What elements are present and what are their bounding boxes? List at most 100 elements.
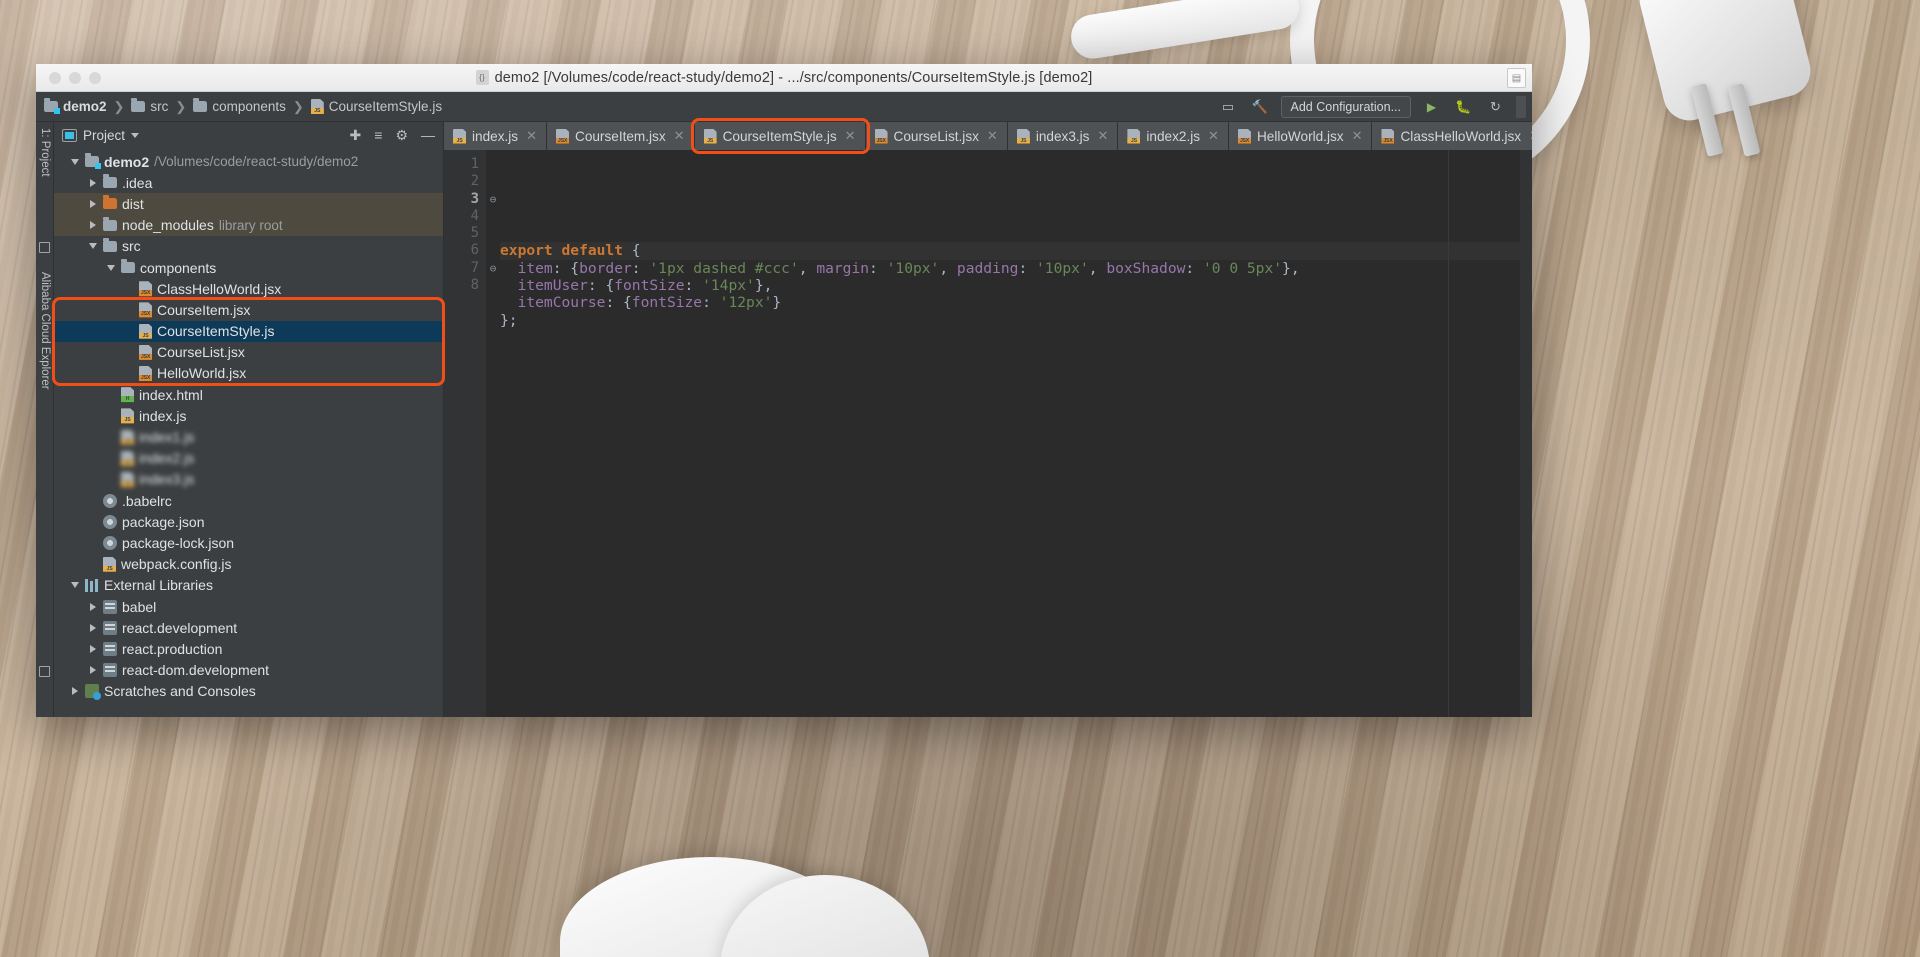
- tree-node-external-libraries[interactable]: External Libraries: [54, 575, 443, 596]
- close-icon[interactable]: ✕: [526, 128, 537, 144]
- tree-node-index3-js[interactable]: JS index3.js: [54, 469, 443, 490]
- chevron-down-icon[interactable]: [131, 132, 140, 138]
- tree-node-courselist-jsx[interactable]: JSX CourseList.jsx: [54, 342, 443, 363]
- fold-gutter-blank: [486, 225, 500, 242]
- code-editor[interactable]: 12345678 ⊖ ⊖ export default { item: {bor…: [444, 150, 1532, 717]
- tree-node-index-html[interactable]: Hindex.html: [54, 384, 443, 405]
- fold-marker-icon[interactable]: ⊖: [486, 191, 500, 208]
- tree-node-demo2[interactable]: demo2/Volumes/code/react-study/demo2: [54, 151, 443, 172]
- tree-node-scratches-and-consoles[interactable]: Scratches and Consoles: [54, 681, 443, 702]
- close-icon[interactable]: ✕: [1529, 128, 1532, 144]
- code-token: ,: [939, 259, 957, 277]
- tool-window-icon-a[interactable]: [39, 242, 50, 253]
- tree-node-helloworld-jsx[interactable]: JSX HelloWorld.jsx: [54, 363, 443, 384]
- build-hammer-icon[interactable]: 🔨: [1249, 96, 1272, 117]
- folder-icon: [131, 98, 146, 112]
- tree-node-label: ClassHelloWorld.jsx: [157, 280, 282, 297]
- chevron-right-icon[interactable]: [87, 602, 98, 611]
- tree-node-label: index3.js: [139, 471, 195, 488]
- tree-node-label: CourseList.jsx: [157, 344, 245, 361]
- chevron-right-icon[interactable]: [87, 623, 98, 632]
- gear-icon[interactable]: ⚙: [395, 127, 408, 144]
- tree-node-dist[interactable]: dist: [54, 193, 443, 215]
- code-token: '0 0 5px': [1202, 259, 1283, 277]
- tree-node-package-json[interactable]: package.json: [54, 511, 443, 532]
- tree-node-babel[interactable]: babel: [54, 596, 443, 617]
- tree-node-label: babel: [122, 598, 157, 615]
- tool-window-button-project[interactable]: 1: Project: [39, 128, 51, 177]
- close-icon[interactable]: ✕: [1097, 128, 1108, 144]
- tree-node-classhelloworld-jsx[interactable]: JSX ClassHelloWorld.jsx: [54, 278, 443, 299]
- editor-tab-index2-js[interactable]: JS index2.js ✕: [1118, 122, 1229, 150]
- minimize-icon[interactable]: —: [421, 127, 435, 143]
- file-type-badge: H: [121, 396, 134, 403]
- terminal-icon[interactable]: ▭: [1217, 96, 1240, 117]
- breadcrumb-item-demo2[interactable]: demo2: [44, 98, 107, 114]
- chevron-right-icon[interactable]: [87, 178, 98, 187]
- line-number-gutter: 12345678: [444, 150, 486, 717]
- tree-node-index2-js[interactable]: JS index2.js: [54, 448, 443, 469]
- editor-tab-courseitemstyle-js[interactable]: JS CourseItemStyle.js ✕: [694, 122, 866, 150]
- file-type-badge: JSX: [139, 374, 152, 381]
- tree-node-index-js[interactable]: JS index.js: [54, 405, 443, 426]
- tree-node-react-development[interactable]: react.development: [54, 617, 443, 638]
- refresh-icon[interactable]: ↻: [1484, 96, 1507, 117]
- tree-node-webpack-config-js[interactable]: JS webpack.config.js: [54, 554, 443, 575]
- run-configuration-label: Add Configuration...: [1290, 99, 1402, 114]
- editor-tab-courselist-jsx[interactable]: JSX CourseList.jsx ✕: [865, 122, 1008, 150]
- toolbar-icon[interactable]: ▤: [1507, 68, 1526, 88]
- chevron-down-icon[interactable]: [105, 264, 116, 271]
- close-icon[interactable]: ✕: [845, 128, 856, 144]
- chevron-right-icon[interactable]: [69, 687, 80, 696]
- tree-node--babelrc[interactable]: .babelrc: [54, 490, 443, 511]
- tool-window-button-cloud-explorer[interactable]: Alibaba Cloud Explorer: [39, 272, 51, 390]
- editor-tab-courseitem-jsx[interactable]: JSX CourseItem.jsx ✕: [547, 122, 695, 150]
- editor-tab-index3-js[interactable]: JS index3.js ✕: [1007, 122, 1119, 150]
- run-icon[interactable]: ▶: [1420, 96, 1443, 117]
- chevron-right-icon[interactable]: [87, 199, 98, 208]
- breadcrumb-item-file[interactable]: JS CourseItemStyle.js: [310, 99, 442, 114]
- breadcrumb-item-src[interactable]: src: [131, 98, 168, 114]
- tree-node-label: External Libraries: [104, 577, 213, 594]
- breadcrumb-item-components[interactable]: components: [193, 98, 286, 114]
- editor-tab-helloworld-jsx[interactable]: JSX HelloWorld.jsx ✕: [1228, 122, 1373, 150]
- tree-node-courseitemstyle-js[interactable]: JS CourseItemStyle.js: [54, 320, 443, 342]
- editor-tab-index-js[interactable]: JS index.js ✕: [444, 122, 547, 150]
- collapse-all-icon[interactable]: ≡: [374, 127, 382, 143]
- locate-icon[interactable]: ✚: [350, 127, 362, 144]
- tree-node-components[interactable]: components: [54, 257, 443, 278]
- run-configuration-selector[interactable]: Add Configuration...: [1280, 95, 1411, 118]
- tool-window-icon-b[interactable]: [39, 666, 50, 677]
- chevron-down-icon[interactable]: [87, 243, 98, 250]
- tree-node-index1-js[interactable]: JS index1.js: [54, 426, 443, 447]
- editor-tab-bar[interactable]: JS index.js ✕ JSX CourseItem.jsx ✕ JS CourseIte…: [444, 122, 1532, 150]
- chevron-right-icon[interactable]: [87, 644, 98, 653]
- search-icon[interactable]: [1516, 95, 1526, 118]
- fold-gutter-blank: [486, 208, 500, 225]
- fold-gutter-blank: [486, 156, 500, 173]
- tree-node-react-dom-development[interactable]: react-dom.development: [54, 660, 443, 681]
- close-icon[interactable]: ✕: [1208, 128, 1219, 144]
- code-folding-gutter[interactable]: ⊖ ⊖: [486, 150, 500, 717]
- chevron-right-icon[interactable]: [87, 666, 98, 675]
- debug-icon[interactable]: 🐛: [1452, 96, 1475, 117]
- code-token: :: [631, 259, 650, 277]
- chevron-down-icon[interactable]: [69, 582, 80, 589]
- tree-node-node-modules[interactable]: node_modules library root: [54, 214, 443, 236]
- editor-tab-label: index2.js: [1146, 128, 1201, 144]
- tree-node-courseitem-jsx[interactable]: JSX CourseItem.jsx: [54, 299, 443, 320]
- close-icon[interactable]: ✕: [1352, 128, 1363, 144]
- close-icon[interactable]: ✕: [987, 128, 998, 144]
- editor-tab-label: CourseList.jsx: [893, 128, 979, 144]
- chevron-right-icon[interactable]: [87, 221, 98, 230]
- chevron-down-icon[interactable]: [69, 158, 80, 165]
- tree-node-src[interactable]: src: [54, 236, 443, 257]
- editor-tab-classhelloworld-jsx[interactable]: JSX ClassHelloWorld.jsx ✕: [1372, 122, 1532, 150]
- tree-node-package-lock-json[interactable]: package-lock.json: [54, 532, 443, 553]
- close-icon[interactable]: ✕: [674, 128, 685, 144]
- tree-node--idea[interactable]: .idea: [54, 172, 443, 193]
- code-text[interactable]: export default { item: {border: '1px das…: [500, 150, 1520, 717]
- project-file-tree[interactable]: demo2/Volumes/code/react-study/demo2 .ide…: [54, 148, 443, 717]
- tree-node-react-production[interactable]: react.production: [54, 638, 443, 659]
- code-line: itemCourse: {fontSize: '12px'}: [500, 294, 1520, 311]
